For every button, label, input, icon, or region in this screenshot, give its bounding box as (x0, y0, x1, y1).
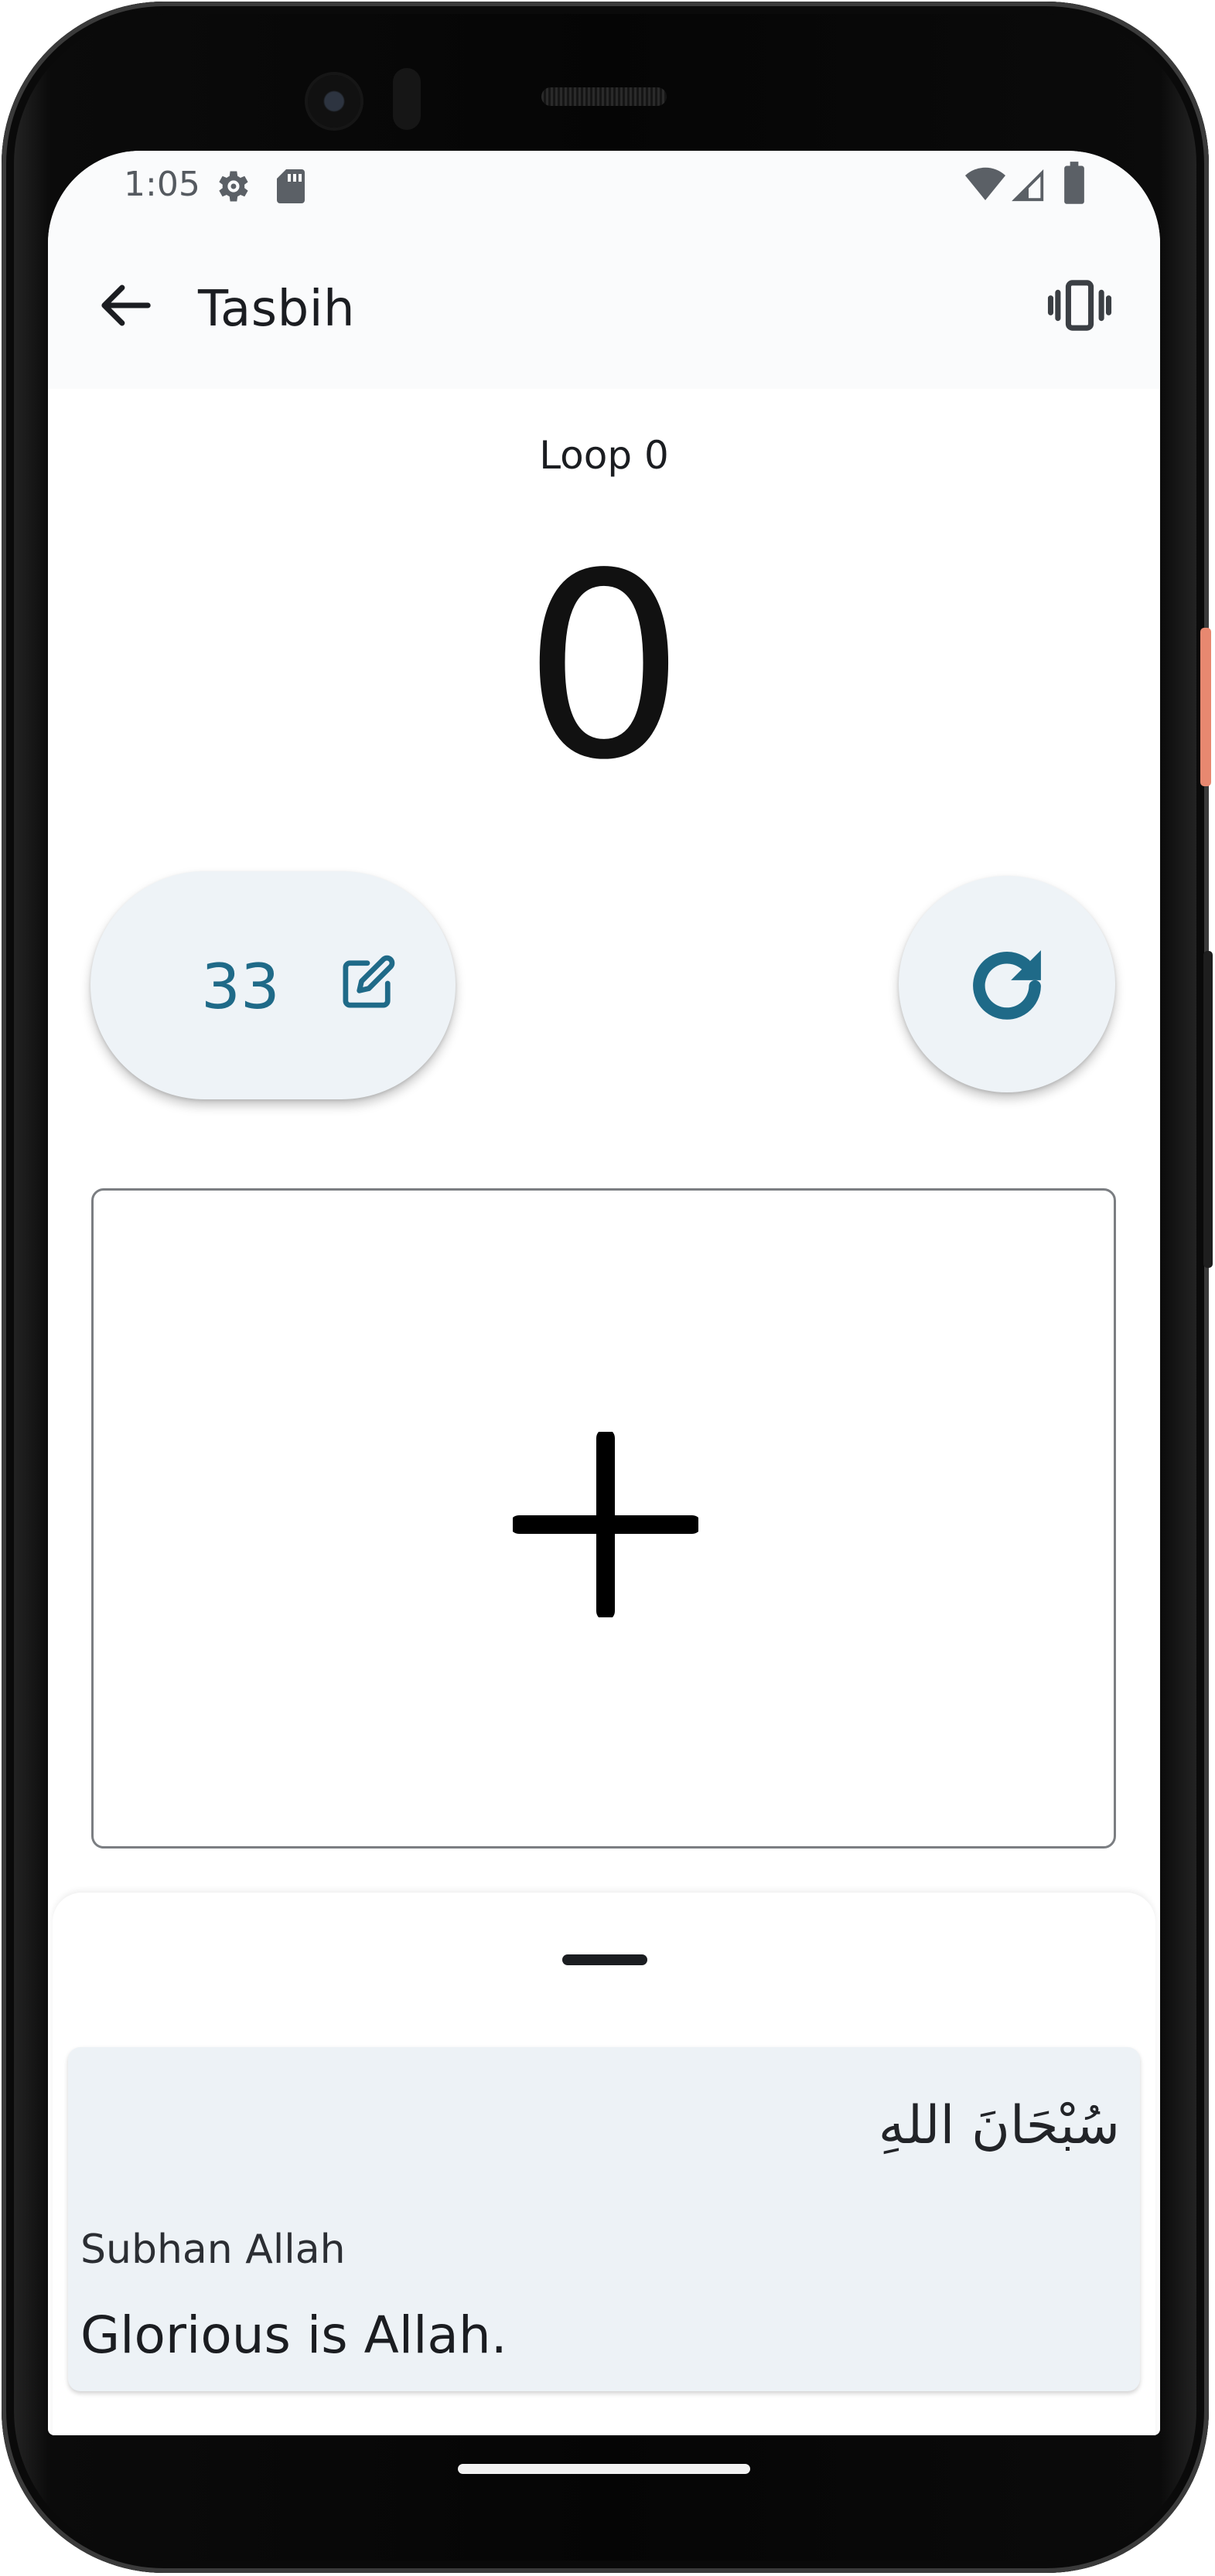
increment-pad[interactable] (91, 1188, 1116, 1849)
settings-icon (219, 171, 248, 202)
drag-handle[interactable] (562, 1954, 647, 1965)
target-count-value: 33 (201, 951, 280, 1023)
count-display: 0 (523, 519, 685, 816)
vibration-toggle-button[interactable] (1041, 267, 1118, 344)
back-button[interactable] (87, 267, 164, 344)
dhikr-bottom-sheet: سُبْحَانَ اللهِ Subhan Allah Glorious is… (53, 1893, 1155, 2435)
page-title: Tasbih (198, 281, 356, 338)
refresh-icon (973, 950, 1041, 1020)
dhikr-transliteration: Subhan Allah (80, 2227, 346, 2273)
loop-label: Loop 0 (539, 433, 669, 478)
arrow-back-icon (101, 285, 151, 326)
sd-card-icon (277, 169, 305, 203)
dhikr-card[interactable]: سُبْحَانَ اللهِ Subhan Allah Glorious is… (68, 2047, 1140, 2391)
volume-rocker (1203, 951, 1213, 1268)
vibration-icon (1047, 280, 1112, 331)
earpiece-speaker (541, 87, 667, 106)
proximity-sensor (393, 68, 421, 130)
target-count-button[interactable]: 33 (90, 871, 456, 1099)
status-time: 1:05 (124, 165, 200, 204)
wifi-icon (965, 167, 1005, 200)
plus-icon (513, 1432, 698, 1617)
front-camera (308, 75, 360, 128)
power-button (1200, 628, 1211, 786)
edit-icon (343, 955, 395, 1008)
battery-icon (1064, 162, 1084, 204)
app-screen: 1:05 Tasbih Loop 0 0 33 سُبْحَانَ اللهِ … (48, 151, 1160, 2435)
reset-button[interactable] (899, 876, 1115, 1092)
dhikr-translation: Glorious is Allah. (80, 2305, 507, 2365)
dhikr-arabic-text: سُبْحَانَ اللهِ (878, 2095, 1120, 2156)
signal-icon (1012, 169, 1044, 202)
gesture-navigation-bar[interactable] (458, 2464, 750, 2474)
status-bar: 1:05 (48, 151, 1160, 220)
